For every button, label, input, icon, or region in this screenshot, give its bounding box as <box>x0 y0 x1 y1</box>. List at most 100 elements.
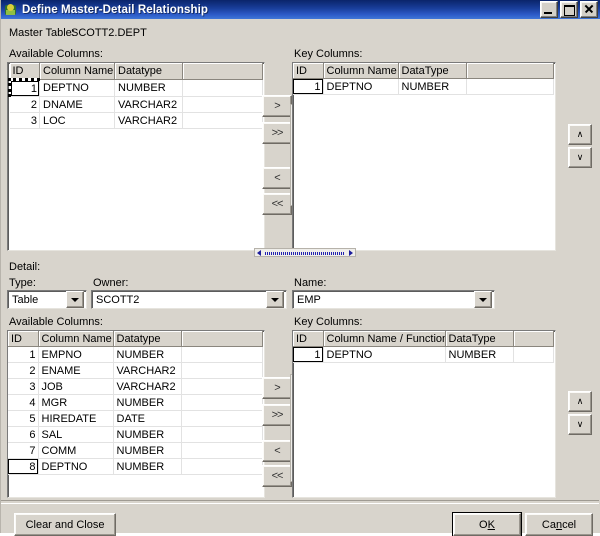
table-row[interactable]: 1 EMPNO NUMBER <box>8 346 263 363</box>
cell-column-name[interactable]: DEPTNO <box>323 346 446 363</box>
title-bar[interactable]: Define Master-Detail Relationship <box>1 0 600 19</box>
window-title: Define Master-Detail Relationship <box>22 3 209 16</box>
column-header-datatype[interactable]: DataType <box>445 331 514 347</box>
cell-column-name[interactable]: LOC <box>39 112 115 129</box>
cell-column-name[interactable]: MGR <box>38 394 114 411</box>
column-header-name[interactable]: Column Name <box>39 63 115 80</box>
cell-column-name[interactable]: DEPTNO <box>323 78 399 95</box>
detail-remove-button[interactable]: < <box>262 440 292 462</box>
cell-id[interactable]: 3 <box>9 112 40 129</box>
detail-move-down-button[interactable]: ∨ <box>568 414 592 435</box>
cell-datatype[interactable]: NUMBER <box>114 79 183 97</box>
cell-id[interactable]: 2 <box>9 96 40 113</box>
detail-add-all-button[interactable]: >> <box>262 404 292 426</box>
cell-datatype[interactable]: NUMBER <box>398 78 467 95</box>
cell-column-name[interactable]: ENAME <box>38 362 114 379</box>
table-row[interactable]: 7 COMM NUMBER <box>8 442 263 459</box>
minimize-button[interactable] <box>540 1 558 18</box>
table-row[interactable]: 1 DEPTNO NUMBER <box>293 346 554 363</box>
table-row[interactable]: 2 DNAME VARCHAR2 <box>9 96 263 113</box>
cell-datatype[interactable]: VARCHAR2 <box>114 112 183 129</box>
master-detail-splitter[interactable] <box>254 248 356 257</box>
chevron-down-icon[interactable] <box>474 291 492 308</box>
cell-datatype[interactable]: VARCHAR2 <box>114 96 183 113</box>
column-header-id[interactable]: ID <box>8 331 39 347</box>
cell-column-name[interactable]: JOB <box>38 378 114 395</box>
cell-filler <box>181 410 263 427</box>
cell-datatype[interactable]: NUMBER <box>113 426 182 443</box>
master-remove-button[interactable]: < <box>262 167 292 189</box>
master-add-all-button[interactable]: >> <box>262 122 292 144</box>
detail-owner-label: Owner: <box>93 277 129 289</box>
cell-datatype[interactable]: NUMBER <box>113 346 182 363</box>
master-move-up-button[interactable]: ∧ <box>568 124 592 145</box>
column-header-filler <box>513 331 554 347</box>
cell-column-name[interactable]: DEPTNO <box>39 79 115 97</box>
detail-name-combo[interactable]: EMP <box>292 290 495 309</box>
cancel-button-label: Cancel <box>541 518 577 531</box>
cell-datatype[interactable]: NUMBER <box>113 442 182 459</box>
cell-id[interactable]: 6 <box>8 426 39 443</box>
table-row[interactable]: 8 DEPTNO NUMBER <box>8 458 263 475</box>
table-row[interactable]: 5 HIREDATE DATE <box>8 410 263 427</box>
column-header-id[interactable]: ID <box>293 331 324 347</box>
close-button[interactable] <box>580 1 598 18</box>
detail-key-label: Key Columns: <box>294 316 363 328</box>
maximize-button[interactable] <box>560 1 578 18</box>
cell-column-name[interactable]: HIREDATE <box>38 410 114 427</box>
detail-available-label: Available Columns: <box>9 316 103 328</box>
table-row[interactable]: 2 ENAME VARCHAR2 <box>8 362 263 379</box>
cell-datatype[interactable]: DATE <box>113 410 182 427</box>
cell-column-name[interactable]: COMM <box>38 442 114 459</box>
cell-id[interactable]: 3 <box>8 378 39 395</box>
window-controls <box>540 1 598 18</box>
master-available-grid[interactable]: ID Column Name Datatype 1 DEPTNO NUMBER <box>7 62 265 251</box>
cell-datatype[interactable]: NUMBER <box>445 346 514 363</box>
cell-id[interactable]: 1 <box>8 346 39 363</box>
chevron-down-icon[interactable] <box>66 291 84 308</box>
cell-datatype[interactable]: VARCHAR2 <box>113 378 182 395</box>
cell-column-name[interactable]: EMPNO <box>38 346 114 363</box>
detail-add-button[interactable]: > <box>262 377 292 399</box>
master-add-button[interactable]: > <box>262 95 292 117</box>
master-move-down-button[interactable]: ∨ <box>568 147 592 168</box>
table-row[interactable]: 4 MGR NUMBER <box>8 394 263 411</box>
chevron-down-icon[interactable] <box>266 291 284 308</box>
table-row[interactable]: 3 JOB VARCHAR2 <box>8 378 263 395</box>
cell-id[interactable]: 7 <box>8 442 39 459</box>
table-row[interactable]: 1 DEPTNO NUMBER <box>8 78 263 97</box>
column-header-datatype[interactable]: Datatype <box>113 331 182 347</box>
cell-datatype[interactable]: NUMBER <box>113 394 182 411</box>
column-header-datatype[interactable]: DataType <box>398 63 467 79</box>
detail-owner-combo[interactable]: SCOTT2 <box>91 290 287 309</box>
cell-column-name[interactable]: SAL <box>38 426 114 443</box>
table-header-row: ID Column Name DataType <box>293 63 554 79</box>
cell-column-name[interactable]: DNAME <box>39 96 115 113</box>
column-header-id[interactable]: ID <box>9 63 40 80</box>
cell-datatype[interactable]: NUMBER <box>113 458 182 475</box>
cell-id[interactable]: 1 <box>293 78 324 95</box>
column-header-name[interactable]: Column Name <box>323 63 399 79</box>
detail-key-grid[interactable]: ID Column Name / Function DataType 1 DEP… <box>292 330 556 498</box>
master-key-grid[interactable]: ID Column Name DataType 1 DEPTNO NUMBER <box>292 62 556 251</box>
cell-id[interactable]: 4 <box>8 394 39 411</box>
detail-type-combo[interactable]: Table <box>7 290 87 309</box>
cell-id[interactable]: 8 <box>8 458 39 475</box>
column-header-datatype[interactable]: Datatype <box>114 63 183 80</box>
column-header-name[interactable]: Column Name <box>38 331 114 347</box>
master-remove-all-button[interactable]: << <box>262 193 292 215</box>
table-row[interactable]: 1 DEPTNO NUMBER <box>293 78 554 95</box>
cell-datatype[interactable]: VARCHAR2 <box>113 362 182 379</box>
detail-available-grid[interactable]: ID Column Name Datatype 1 EMPNO NUMBER 2 ENA… <box>7 330 265 498</box>
cell-column-name[interactable]: DEPTNO <box>38 458 114 475</box>
table-row[interactable]: 6 SAL NUMBER <box>8 426 263 443</box>
cell-id[interactable]: 2 <box>8 362 39 379</box>
detail-remove-all-button[interactable]: << <box>262 465 292 487</box>
detail-move-up-button[interactable]: ∧ <box>568 391 592 412</box>
column-header-id[interactable]: ID <box>293 63 324 79</box>
cell-id[interactable]: 5 <box>8 410 39 427</box>
column-header-name-function[interactable]: Column Name / Function <box>323 331 446 347</box>
table-row[interactable]: 3 LOC VARCHAR2 <box>9 112 263 129</box>
cell-id[interactable]: 1 <box>293 346 324 363</box>
cell-id[interactable]: 1 <box>8 78 40 97</box>
